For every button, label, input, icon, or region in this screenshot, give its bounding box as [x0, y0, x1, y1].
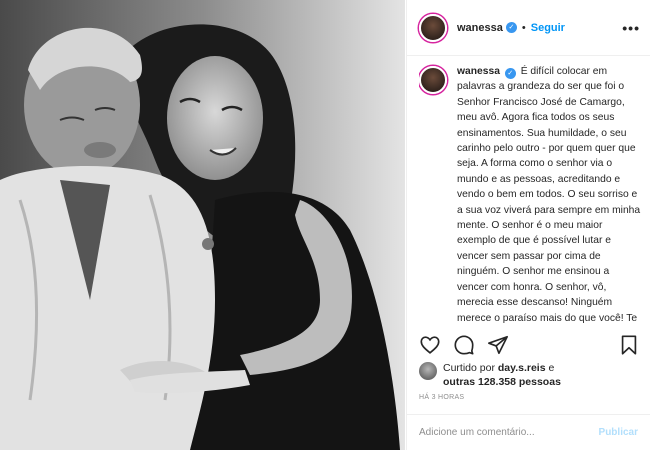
caption-username[interactable]: wanessa: [457, 66, 500, 77]
caption-row: wanessa ✓ É difícil colocar em palavras …: [419, 64, 642, 326]
verified-badge-icon: ✓: [505, 22, 517, 33]
caption-text-block: wanessa ✓ É difícil colocar em palavras …: [457, 64, 642, 326]
comment-bar: Publicar: [407, 414, 650, 450]
share-icon[interactable]: [487, 334, 509, 356]
liker-avatar[interactable]: [419, 362, 437, 380]
caption-area: wanessa ✓ É difícil colocar em palavras …: [419, 64, 642, 326]
caption-verified-icon: ✓: [504, 68, 516, 79]
heart-icon[interactable]: [419, 334, 441, 356]
comment-icon[interactable]: [453, 334, 475, 356]
likes-middle: e: [548, 362, 555, 374]
likes-prefix: Curtido por: [443, 362, 495, 374]
bookmark-icon[interactable]: [618, 334, 640, 356]
comment-input[interactable]: [419, 427, 599, 438]
post-panel: wanessa ✓ • Seguir ••• wanessa ✓ É difíc…: [406, 0, 650, 450]
publish-button[interactable]: Publicar: [599, 427, 638, 438]
author-avatar[interactable]: [419, 13, 447, 42]
header-separator: •: [521, 21, 526, 34]
caption-text: É difícil colocar em palavras a grandeza…: [457, 66, 641, 324]
likes-row: Curtido por day.s.reis e outras 128.358 …: [419, 361, 642, 389]
action-bar: [419, 333, 640, 357]
more-options-icon[interactable]: •••: [622, 20, 640, 36]
post-photo[interactable]: [0, 0, 405, 450]
likes-others-link[interactable]: outras 128.358 pessoas: [443, 376, 561, 388]
author-username[interactable]: wanessa: [457, 22, 503, 34]
post-timestamp[interactable]: HÁ 3 HORAS: [419, 394, 464, 401]
follow-button[interactable]: Seguir: [531, 22, 565, 34]
likes-text: Curtido por day.s.reis e outras 128.358 …: [443, 361, 561, 389]
likes-user-link[interactable]: day.s.reis: [498, 362, 546, 374]
photo-illustration: [0, 0, 405, 450]
caption-avatar[interactable]: [419, 66, 447, 94]
post-header: wanessa ✓ • Seguir •••: [407, 0, 650, 56]
